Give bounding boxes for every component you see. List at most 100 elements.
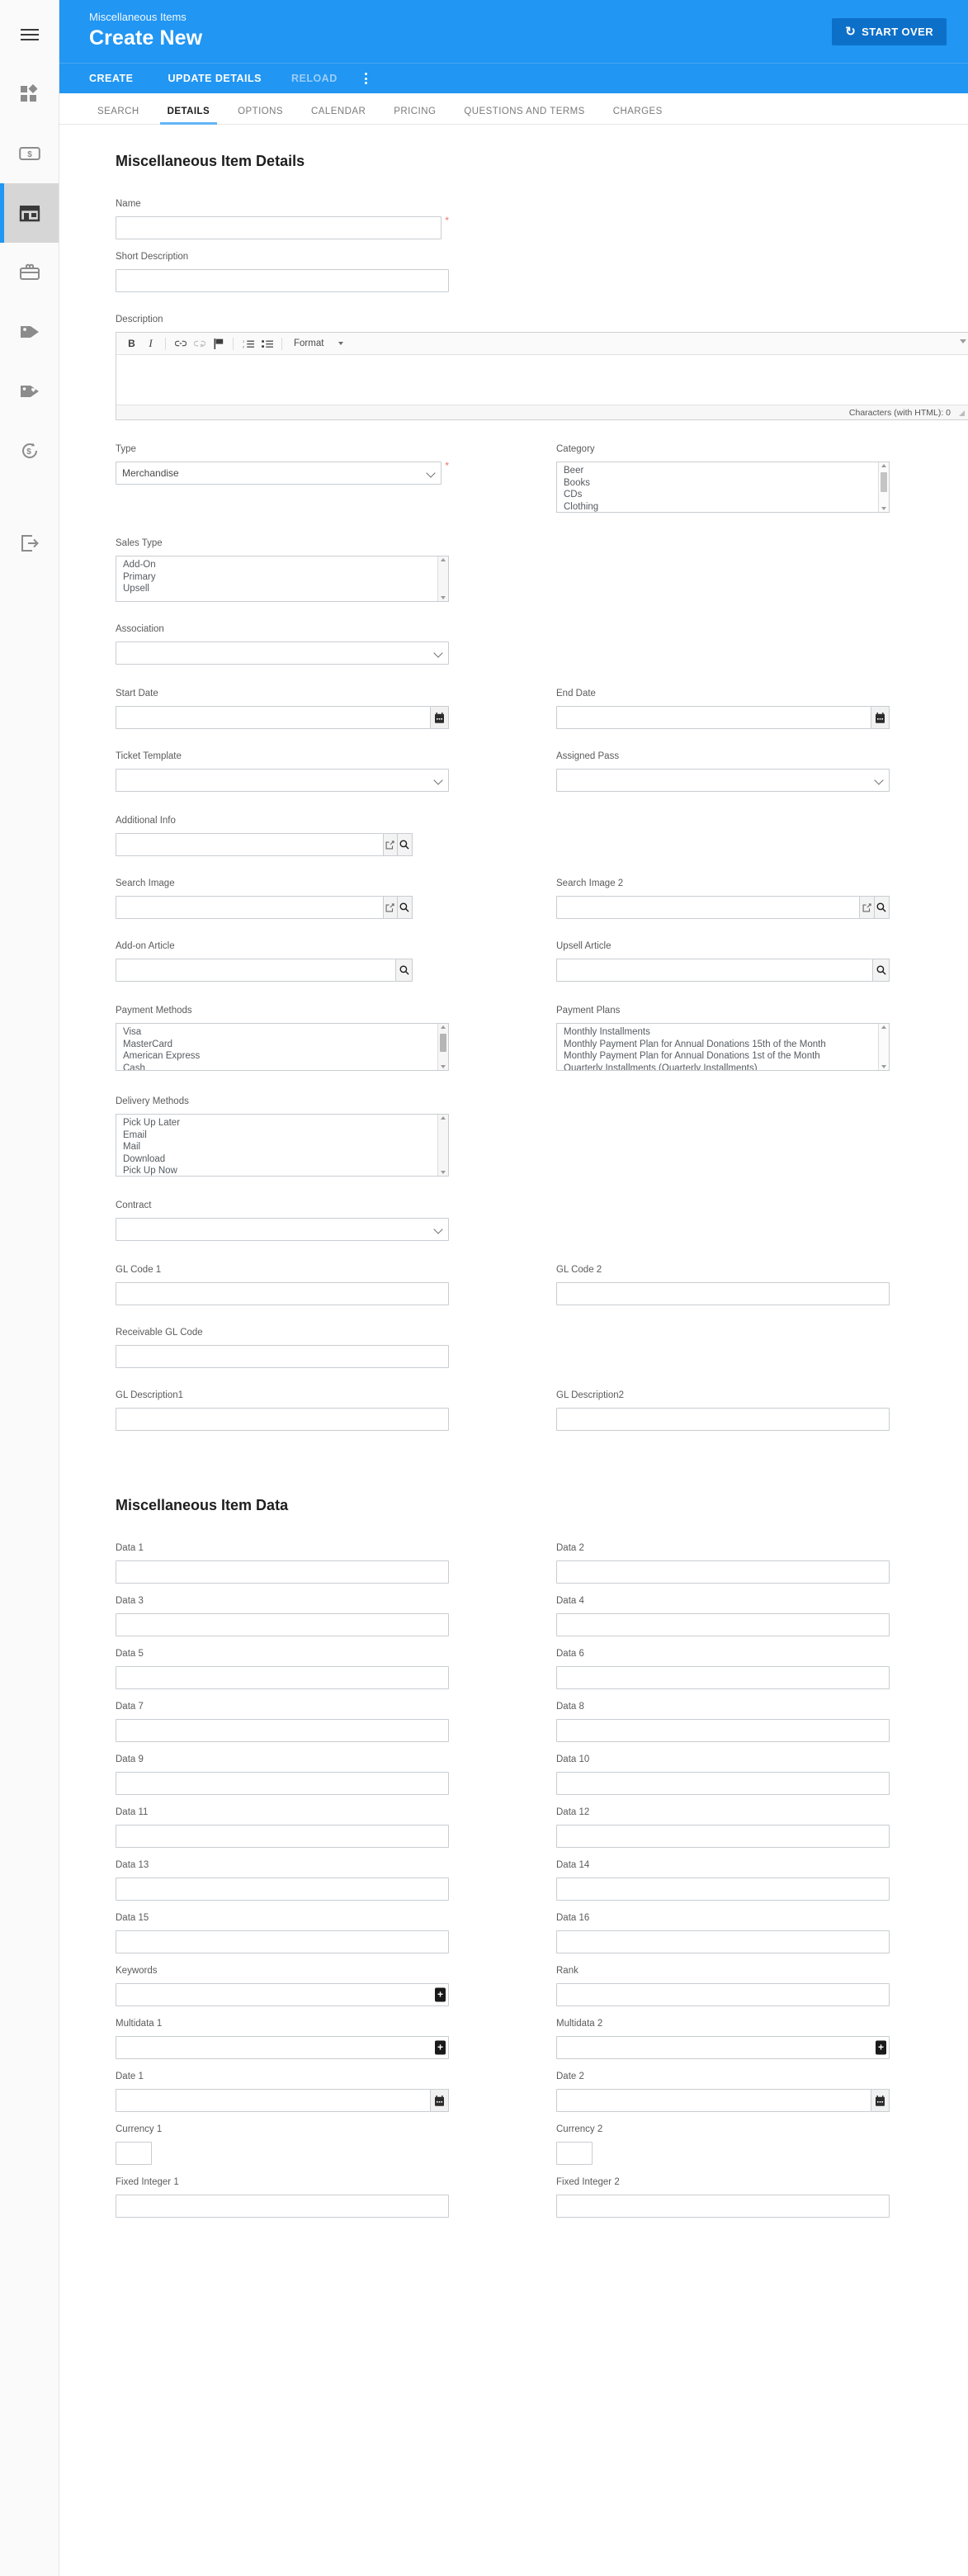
tab-questions-and-terms[interactable]: QUESTIONS AND TERMS [450,107,598,124]
list-item[interactable]: Pick Up Now [116,1165,437,1176]
fixed-integer-2-input[interactable] [556,2195,890,2218]
data-8-input[interactable] [556,1719,890,1742]
scroll-up-icon[interactable] [441,558,446,561]
delivery-methods-scrollbar[interactable] [437,1115,448,1176]
update-details-action[interactable]: UPDATE DETAILS [153,64,276,93]
tab-charges[interactable]: CHARGES [599,107,677,124]
data-11-input[interactable] [116,1825,449,1848]
search-icon[interactable] [395,959,413,982]
upsell-article-input[interactable] [556,959,873,982]
receivable-gl-code-input[interactable] [116,1345,449,1368]
tab-details[interactable]: DETAILS [153,107,224,125]
scroll-down-icon[interactable] [441,596,446,599]
data-4-input[interactable] [556,1613,890,1636]
sidebar-item-logout[interactable] [0,514,59,573]
sidebar-item-store[interactable] [0,183,59,243]
data-1-input[interactable] [116,1560,449,1584]
list-item[interactable]: Upsell [116,583,437,595]
open-external-icon[interactable] [382,896,398,919]
tab-options[interactable]: OPTIONS [224,107,297,124]
search-image-2-input[interactable] [556,896,860,919]
list-item[interactable]: Quarterly Installments (Quarterly Instal… [557,1063,878,1070]
list-item[interactable]: Add-On [116,559,437,571]
data-9-input[interactable] [116,1772,449,1795]
rank-input[interactable] [556,1983,890,2006]
calendar-icon[interactable] [430,706,449,729]
sidebar-item-tag[interactable] [0,302,59,362]
list-item[interactable]: CDs [557,489,878,501]
kebab-menu-icon[interactable] [352,64,380,93]
numbered-list-icon[interactable]: 1 2 [239,335,257,352]
addon-article-input[interactable] [116,959,396,982]
search-icon[interactable] [397,833,413,856]
list-item[interactable]: Cash [116,1063,437,1070]
bulleted-list-icon[interactable] [258,335,276,352]
list-item[interactable]: Download [116,1153,437,1166]
plus-icon[interactable]: + [876,2040,886,2055]
list-item[interactable]: Monthly Payment Plan for Annual Donation… [557,1050,878,1063]
data-2-input[interactable] [556,1560,890,1584]
scroll-up-icon[interactable] [441,1025,446,1029]
data-15-input[interactable] [116,1930,449,1953]
data-7-input[interactable] [116,1719,449,1742]
editor-collapse-icon[interactable] [960,339,966,343]
scroll-down-icon[interactable] [881,507,886,510]
bold-icon[interactable]: B [123,335,140,352]
data-6-input[interactable] [556,1666,890,1689]
gl-code-1-input[interactable] [116,1282,449,1305]
data-16-input[interactable] [556,1930,890,1953]
sales-type-scrollbar[interactable] [437,556,448,601]
search-icon[interactable] [397,896,413,919]
assigned-pass-select[interactable] [556,769,890,792]
association-select[interactable] [116,642,449,665]
search-image-input[interactable] [116,896,383,919]
data-14-input[interactable] [556,1878,890,1901]
list-item[interactable]: American Express [116,1050,437,1063]
scroll-up-icon[interactable] [441,1116,446,1120]
anchor-flag-icon[interactable] [210,335,227,352]
list-item[interactable]: Primary [116,571,437,584]
calendar-icon[interactable] [430,2089,449,2112]
delivery-methods-listbox[interactable]: Pick Up Later Email Mail Download Pick U… [116,1114,449,1177]
sidebar-item-payments[interactable]: $ [0,124,59,183]
sidebar-item-tag-heart[interactable] [0,362,59,421]
list-item[interactable]: Pick Up Later [116,1117,437,1129]
search-icon[interactable] [874,896,890,919]
sidebar-item-refund[interactable]: $ [0,421,59,481]
contract-select[interactable] [116,1218,449,1241]
plus-icon[interactable]: + [435,2040,446,2055]
create-action[interactable]: CREATE [89,64,153,93]
additional-info-input[interactable] [116,833,383,856]
scroll-up-icon[interactable] [881,1025,886,1029]
short-description-input[interactable] [116,269,449,292]
keywords-input[interactable] [116,1983,449,2006]
scrollbar-thumb[interactable] [440,1034,446,1052]
scroll-down-icon[interactable] [441,1065,446,1068]
category-scrollbar[interactable] [878,462,889,512]
sidebar-item-dashboard[interactable] [0,64,59,124]
currency-2-input[interactable] [556,2142,593,2165]
sales-type-listbox[interactable]: Add-On Primary Upsell [116,556,449,602]
payment-plans-listbox[interactable]: Monthly Installments Monthly Payment Pla… [556,1023,890,1071]
tab-pricing[interactable]: PRICING [380,107,450,124]
start-date-input[interactable] [116,706,431,729]
list-item[interactable]: Beer [557,465,878,477]
multidata-1-input[interactable] [116,2036,449,2059]
date-2-input[interactable] [556,2089,871,2112]
list-item[interactable]: Monthly Payment Plan for Annual Donation… [557,1039,878,1051]
payment-plans-scrollbar[interactable] [878,1024,889,1070]
open-external-icon[interactable] [859,896,875,919]
payment-methods-listbox[interactable]: Visa MasterCard American Express Cash Ch… [116,1023,449,1071]
data-12-input[interactable] [556,1825,890,1848]
gl-description-2-input[interactable] [556,1408,890,1431]
open-external-icon[interactable] [382,833,398,856]
ticket-template-select[interactable] [116,769,449,792]
description-textarea[interactable] [116,355,968,405]
plus-icon[interactable]: + [435,1987,446,2002]
scroll-up-icon[interactable] [881,464,886,467]
scroll-down-icon[interactable] [441,1171,446,1174]
list-item[interactable]: Clothing [557,501,878,512]
list-item[interactable]: Mail [116,1141,437,1153]
category-listbox[interactable]: Beer Books CDs Clothing Concessions [556,462,890,513]
list-item[interactable]: MasterCard [116,1039,437,1051]
